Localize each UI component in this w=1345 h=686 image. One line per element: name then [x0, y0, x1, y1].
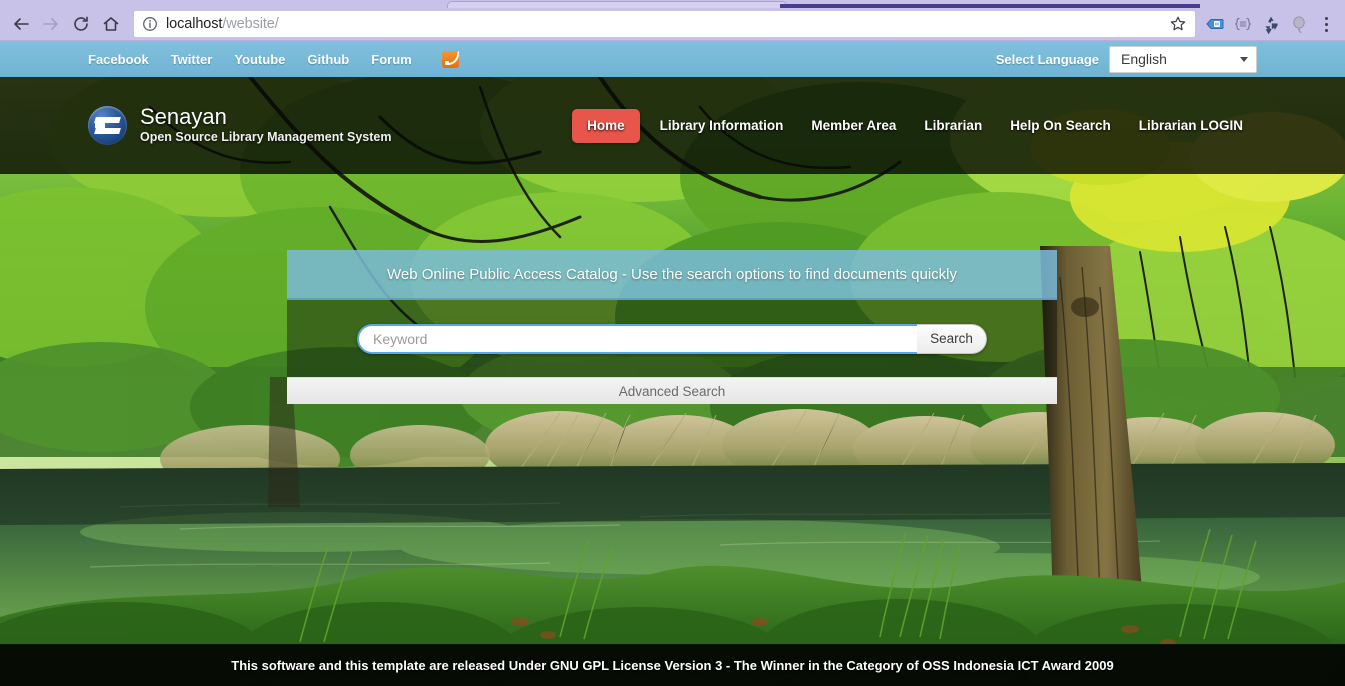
top-social-bar: Facebook Twitter Youtube Github Forum Se… [0, 41, 1345, 77]
browser-tab-secondary[interactable] [780, 4, 1200, 8]
nav-item-library-information[interactable]: Library Information [646, 109, 798, 143]
chevron-down-icon [1240, 56, 1248, 62]
address-bar-url: localhost/website/ [166, 16, 279, 32]
social-link-youtube[interactable]: Youtube [234, 52, 285, 67]
tag-label-icon[interactable] [1201, 10, 1229, 38]
nav-item-librarian-login[interactable]: Librarian LOGIN [1125, 109, 1257, 143]
search-button[interactable]: Search [917, 323, 987, 354]
senayan-logo-icon [88, 106, 127, 145]
url-host: localhost [166, 16, 223, 32]
forward-arrow-icon[interactable] [36, 10, 66, 38]
reload-icon[interactable] [66, 10, 96, 38]
browser-toolbar: localhost/website/ [0, 8, 1345, 40]
social-link-github[interactable]: Github [307, 52, 349, 67]
opac-search-panel: Web Online Public Access Catalog - Use t… [287, 250, 1057, 404]
browser-tab[interactable] [447, 1, 787, 8]
social-links: Facebook Twitter Youtube Github Forum [88, 50, 459, 68]
code-braces-icon[interactable] [1229, 10, 1257, 38]
site-tagline: Open Source Library Management System [140, 130, 392, 145]
language-selector-group: Select Language English [995, 45, 1257, 73]
search-panel-title: Web Online Public Access Catalog - Use t… [287, 250, 1057, 300]
site-logo-text: Senayan Open Source Library Management S… [140, 105, 391, 145]
bookmark-star-icon[interactable] [1169, 15, 1187, 33]
page-info-icon[interactable] [142, 16, 158, 32]
social-link-forum[interactable]: Forum [371, 52, 411, 67]
search-input[interactable] [357, 323, 917, 354]
social-link-facebook[interactable]: Facebook [88, 52, 149, 67]
main-navigation: Home Library Information Member Area Lib… [572, 108, 1257, 143]
home-icon[interactable] [96, 10, 126, 38]
browser-tab-strip[interactable] [0, 0, 1345, 8]
select-language-label: Select Language [995, 51, 1099, 67]
language-select-value: English [1121, 51, 1167, 67]
nav-item-member-area[interactable]: Member Area [797, 109, 910, 143]
balloon-icon[interactable] [1285, 10, 1313, 38]
hero-banner: Senayan Open Source Library Management S… [0, 77, 1345, 686]
search-panel-body: Search [287, 300, 1057, 377]
language-select[interactable]: English [1109, 45, 1257, 73]
nav-item-help-on-search[interactable]: Help On Search [996, 109, 1125, 143]
address-bar[interactable]: localhost/website/ [134, 11, 1195, 37]
site-header: Senayan Open Source Library Management S… [0, 77, 1345, 174]
recycle-icon[interactable] [1257, 10, 1285, 38]
browser-chrome: localhost/website/ [0, 0, 1345, 41]
advanced-search-link[interactable]: Advanced Search [287, 377, 1057, 404]
search-form: Search [357, 323, 987, 354]
web-page: Facebook Twitter Youtube Github Forum Se… [0, 41, 1345, 686]
nav-item-librarian[interactable]: Librarian [910, 109, 996, 143]
rss-feed-icon[interactable] [441, 50, 459, 68]
three-dot-menu-icon[interactable] [1313, 10, 1339, 38]
nav-item-home[interactable]: Home [572, 108, 640, 143]
site-logo[interactable]: Senayan Open Source Library Management S… [88, 105, 391, 145]
social-link-twitter[interactable]: Twitter [171, 52, 213, 67]
back-arrow-icon[interactable] [6, 10, 36, 38]
footer-text: This software and this template are rele… [231, 657, 1114, 673]
url-path: /website/ [222, 16, 279, 32]
site-name: Senayan [140, 104, 227, 130]
site-footer: This software and this template are rele… [0, 644, 1345, 686]
